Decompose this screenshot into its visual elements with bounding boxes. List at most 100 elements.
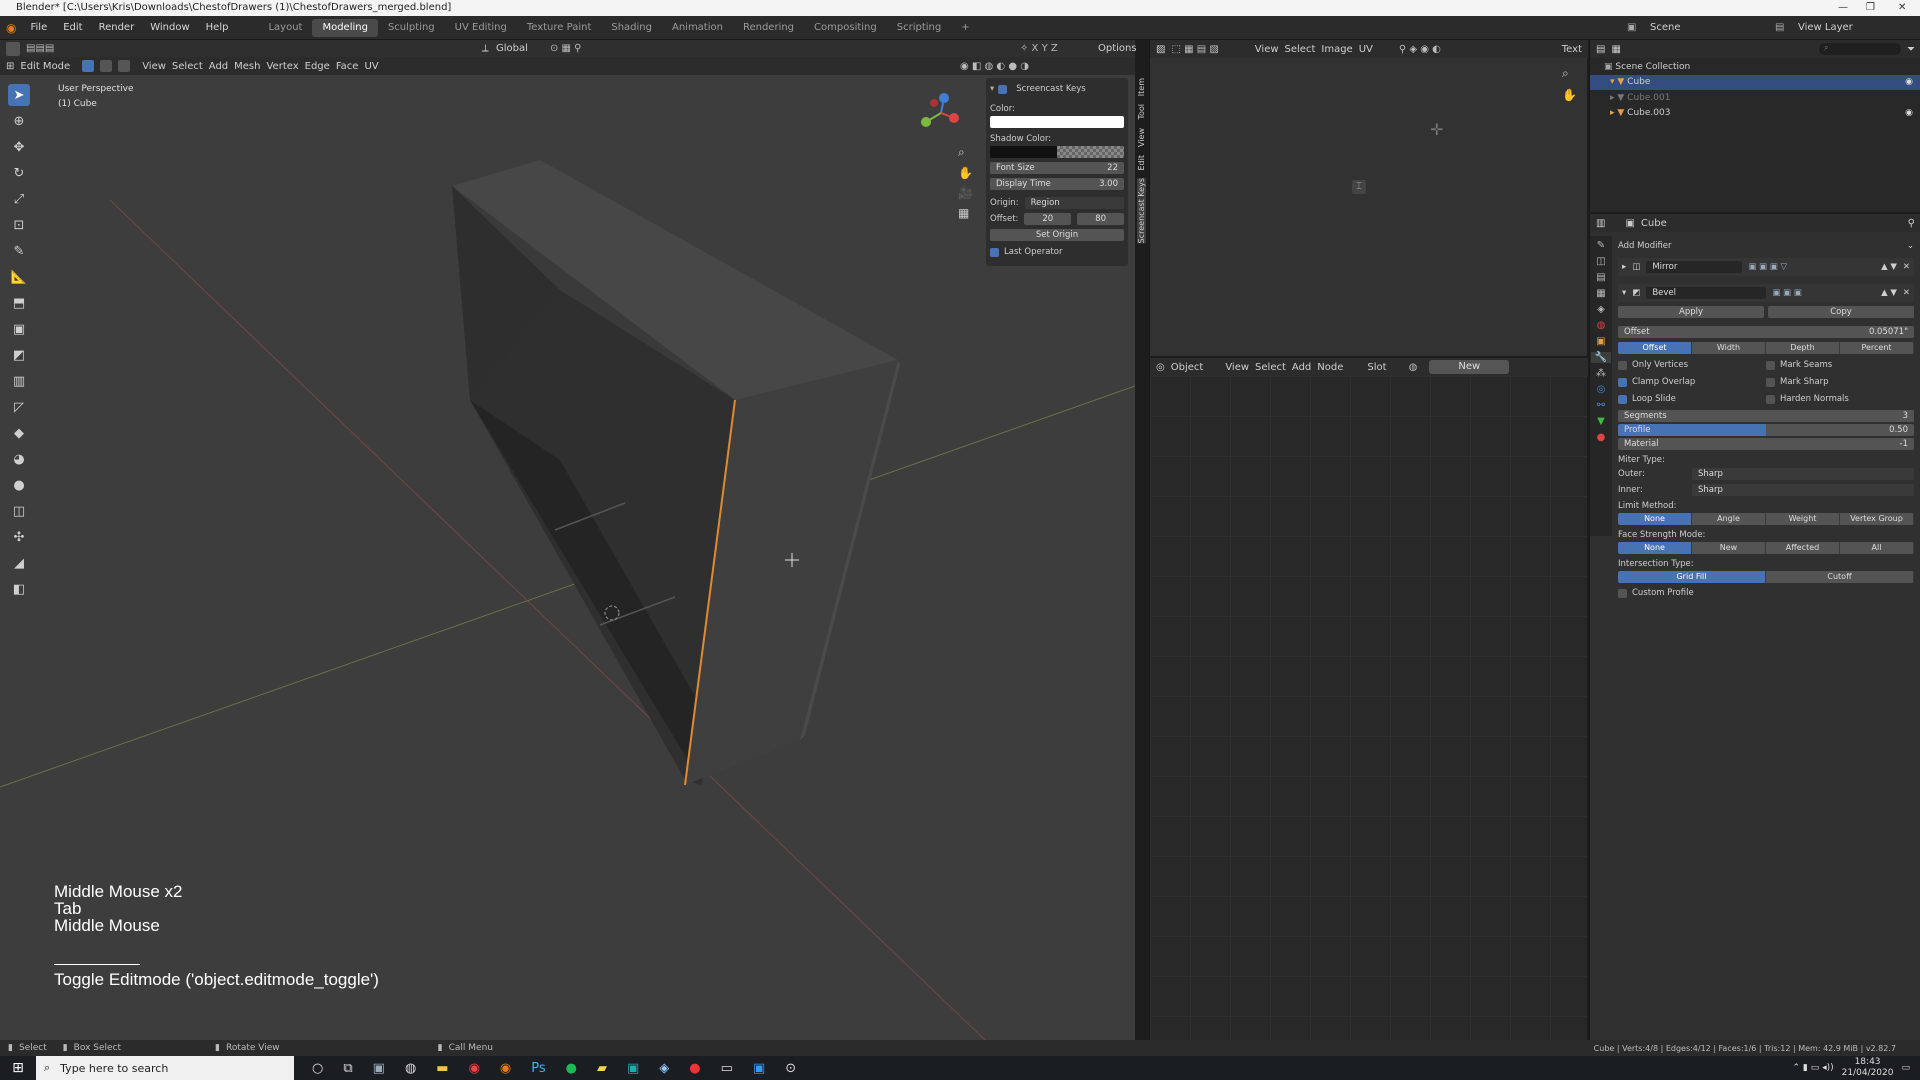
menu-render[interactable]: Render	[91, 22, 143, 33]
tab-item[interactable]: Item	[1137, 78, 1146, 96]
menu-edit[interactable]: Edit	[55, 22, 90, 33]
tab-sculpting[interactable]: Sculpting	[378, 19, 445, 37]
editor-type-icon[interactable]: ◎	[1156, 362, 1165, 373]
notifications-icon[interactable]: ▭	[1901, 1063, 1910, 1073]
physics-tab-icon[interactable]: ◎	[1597, 384, 1606, 395]
clock[interactable]: 18:43 21/04/2020	[1842, 1057, 1894, 1079]
color-swatch[interactable]	[990, 116, 1124, 128]
bevel-tool-icon[interactable]: ◩	[8, 344, 30, 366]
tab-view[interactable]: View	[1137, 128, 1146, 147]
scale-tool-icon[interactable]: ⤢	[8, 188, 30, 210]
tab-compositing[interactable]: Compositing	[804, 19, 887, 37]
outliner-item-cube-001[interactable]: ▸ ▼ Cube.001	[1590, 91, 1920, 106]
limit-none[interactable]: None	[1618, 513, 1692, 525]
editor-type-icon[interactable]: ▥	[1596, 218, 1605, 229]
tab-shading[interactable]: Shading	[601, 19, 662, 37]
render-tab-icon[interactable]: ◫	[1596, 256, 1605, 267]
segments-field[interactable]: Segments 3	[1618, 410, 1914, 422]
view-layer-name[interactable]: View Layer	[1798, 22, 1853, 33]
pin-icon[interactable]: ⚲	[1908, 218, 1915, 229]
screencast-panel-header[interactable]: ▾ Screencast Keys	[990, 82, 1124, 96]
width-type-width[interactable]: Width	[1692, 342, 1766, 354]
extrude-tool-icon[interactable]: ⬒	[8, 292, 30, 314]
profile-slider[interactable]: Profile 0.50	[1618, 424, 1914, 436]
tab-layout[interactable]: Layout	[258, 19, 312, 37]
photoshop-icon[interactable]: Ps	[531, 1061, 545, 1076]
bevel-modifier-header[interactable]: ▾ ◩ Bevel ▣ ▣ ▣ ▲ ▼ ✕	[1618, 284, 1914, 302]
add-modifier-dropdown[interactable]: Add Modifier ⌄	[1618, 238, 1914, 254]
face-strength-none[interactable]: None	[1618, 542, 1692, 554]
cursor-tool-icon[interactable]: ⊕	[8, 110, 30, 132]
tab-tool[interactable]: Tool	[1137, 104, 1146, 120]
app-icon-8[interactable]: ⊙	[785, 1061, 796, 1076]
tab-rendering[interactable]: Rendering	[733, 19, 804, 37]
knife-tool-icon[interactable]: ◸	[8, 396, 30, 418]
expand-icon[interactable]: ▾	[1622, 288, 1626, 298]
app-icon-5[interactable]: ●	[689, 1061, 700, 1076]
editor-type-icon[interactable]: ▤	[1596, 44, 1605, 55]
copy-button[interactable]: Copy	[1768, 306, 1914, 318]
tray-icons[interactable]: ⌃ ▮ ▭ ◂))	[1792, 1063, 1833, 1073]
task-view-icon[interactable]: ⧉	[343, 1061, 352, 1076]
limit-weight[interactable]: Weight	[1766, 513, 1840, 525]
menu-view[interactable]: View	[1255, 44, 1279, 55]
tab-screencast-keys[interactable]: Screencast Keys	[1136, 178, 1146, 244]
material-field[interactable]: Material -1	[1618, 438, 1914, 450]
bevel-offset-field[interactable]: Offset 0.05071"	[1618, 326, 1914, 338]
inner-miter-dropdown[interactable]: Sharp	[1692, 484, 1914, 496]
shear-tool-icon[interactable]: ◢	[8, 552, 30, 574]
width-type-percent[interactable]: Percent	[1840, 342, 1914, 354]
app-icon-1[interactable]: ▣	[373, 1061, 385, 1076]
rip-tool-icon[interactable]: ◧	[8, 578, 30, 600]
width-type-offset[interactable]: Offset	[1618, 342, 1692, 354]
tab-modeling[interactable]: Modeling	[312, 18, 378, 37]
measure-tool-icon[interactable]: 📐	[8, 266, 30, 288]
node-editor[interactable]: ◎ Object View Select Add Node Slot ◍ New	[1149, 358, 1588, 1040]
annotate-tool-icon[interactable]: ✎	[8, 240, 30, 262]
app-icon-6[interactable]: ▭	[721, 1061, 733, 1076]
navigation-gizmo[interactable]	[916, 88, 966, 138]
material-sphere-icon[interactable]: ◍	[1409, 362, 1418, 373]
edge-slide-tool-icon[interactable]: ◫	[8, 500, 30, 522]
clamp-overlap-checkbox[interactable]: Clamp Overlap	[1618, 375, 1766, 389]
outer-miter-dropdown[interactable]: Sharp	[1692, 468, 1914, 480]
shadow-color-swatch[interactable]	[990, 146, 1124, 158]
display-toggles-icon[interactable]: ▣ ▣ ▣	[1772, 288, 1802, 298]
sticky-notes-icon[interactable]: ▰	[597, 1061, 607, 1076]
menu-uv[interactable]: UV	[1359, 44, 1373, 55]
menu-help[interactable]: Help	[198, 22, 237, 33]
eye-icon[interactable]: ◉	[1905, 106, 1913, 121]
chrome-icon[interactable]: ◉	[469, 1061, 480, 1076]
eye-icon[interactable]: ◉	[1905, 75, 1913, 90]
display-time-field[interactable]: Display Time 3.00	[990, 178, 1124, 190]
menu-window[interactable]: Window	[142, 22, 197, 33]
tab-scripting[interactable]: Scripting	[887, 19, 951, 37]
camera-icon[interactable]: 🎥	[958, 186, 973, 200]
app-icon-3[interactable]: ▣	[627, 1061, 639, 1076]
image-pin-icon[interactable]: ⌶	[1352, 180, 1366, 194]
last-operator-checkbox[interactable]: Last Operator	[990, 245, 1124, 259]
tab-animation[interactable]: Animation	[662, 19, 733, 37]
spotify-icon[interactable]: ●	[566, 1061, 577, 1076]
move-modifier-icon[interactable]: ▲ ▼	[1881, 288, 1897, 298]
expand-icon[interactable]: ▸	[1622, 262, 1626, 272]
intersection-grid-fill[interactable]: Grid Fill	[1618, 571, 1766, 583]
font-size-field[interactable]: Font Size 22	[990, 162, 1124, 174]
viewport-3d[interactable]: ▤▤▤ ⟂ Global ⊙ ▦ ⚲ ✧ X Y Z Options ⊞ Edi…	[0, 40, 1137, 1040]
slot-dropdown[interactable]: Slot	[1367, 362, 1386, 373]
inset-tool-icon[interactable]: ▣	[8, 318, 30, 340]
file-explorer-icon[interactable]: ▬	[436, 1061, 448, 1076]
transform-tool-icon[interactable]: ⊡	[8, 214, 30, 236]
tab-uv-editing[interactable]: UV Editing	[445, 19, 517, 37]
width-type-depth[interactable]: Depth	[1766, 342, 1840, 354]
mirror-modifier-header[interactable]: ▸ ◫ Mirror ▣ ▣ ▣ ▽ ▲ ▼ ✕	[1618, 258, 1914, 276]
offset-y-field[interactable]: 80	[1077, 213, 1124, 225]
remove-modifier-icon[interactable]: ✕	[1903, 262, 1910, 272]
tool-tab-icon[interactable]: ✎	[1597, 240, 1605, 251]
apply-button[interactable]: Apply	[1618, 306, 1764, 318]
menu-select[interactable]: Select	[1255, 362, 1286, 373]
mirror-name-field[interactable]: Mirror	[1646, 261, 1743, 273]
display-mode-icon[interactable]: ▦	[1611, 44, 1620, 55]
blender-icon[interactable]: ◉	[500, 1061, 511, 1076]
outliner-search-input[interactable]: ⌕	[1819, 43, 1901, 55]
